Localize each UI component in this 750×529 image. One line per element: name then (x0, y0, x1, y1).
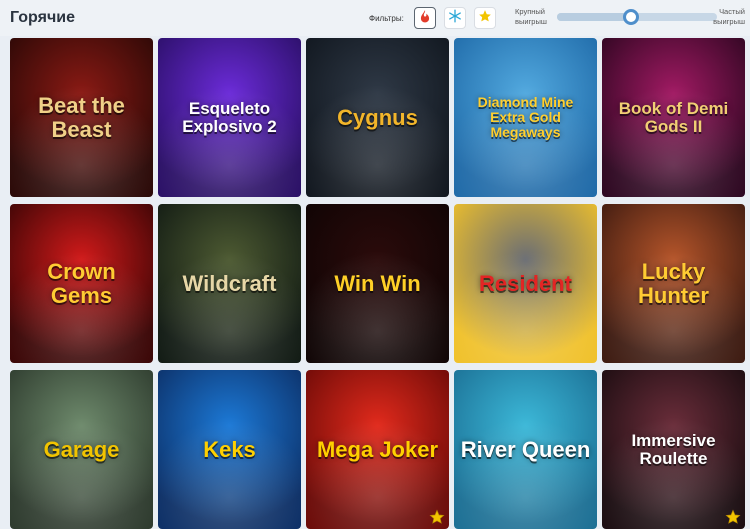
game-title: Garage (43, 436, 120, 462)
page-title: Горячие (10, 9, 75, 26)
game-title: Keks (203, 436, 256, 462)
filter-new-button[interactable] (443, 7, 466, 29)
game-title: Beat the Beast (38, 93, 125, 142)
filter-favorite-button[interactable] (473, 7, 496, 29)
game-tile[interactable]: Cygnus (306, 38, 449, 197)
filters-label: Фильтры: (369, 13, 404, 23)
game-title: Immersive Roulette (631, 430, 716, 468)
game-title: River Queen (460, 436, 591, 462)
star-icon (478, 9, 492, 28)
game-tile[interactable]: Immersive Roulette (602, 370, 745, 529)
filters: Фильтры: (369, 7, 496, 29)
volatility-slider[interactable]: Крупный выигрыш Частый выигрыш (515, 6, 745, 30)
filter-hot-button[interactable] (413, 7, 436, 29)
game-title: Crown Gems (47, 259, 116, 308)
game-title: Wildcraft (182, 270, 277, 296)
fire-icon (418, 9, 432, 28)
game-title: Resident (479, 270, 572, 296)
game-tile[interactable]: Esqueleto Explosivo 2 (158, 38, 301, 197)
favorite-star-icon[interactable] (429, 509, 445, 525)
slider-left-label: Крупный выигрыш (515, 7, 547, 26)
game-title: Lucky Hunter (638, 259, 709, 308)
slider-fill (557, 13, 631, 21)
game-title: Win Win (334, 270, 421, 296)
game-tile[interactable]: Wildcraft (158, 204, 301, 363)
game-tile[interactable]: Keks (158, 370, 301, 529)
game-title: Diamond Mine Extra Gold Megaways (477, 94, 574, 140)
favorite-star-icon[interactable] (725, 509, 741, 525)
snowflake-icon (448, 9, 462, 28)
game-tile[interactable]: Book of Demi Gods II (602, 38, 745, 197)
game-title: Mega Joker (316, 436, 439, 462)
game-tile[interactable]: Lucky Hunter (602, 204, 745, 363)
game-tile[interactable]: Garage (10, 370, 153, 529)
game-title: Cygnus (337, 104, 418, 130)
game-tile[interactable]: Crown Gems (10, 204, 153, 363)
slider-right-label: Частый выигрыш (713, 7, 745, 26)
top-bar: Горячие Фильтры: Крупный выигрыш Частый … (0, 0, 750, 36)
game-tile[interactable]: Resident (454, 204, 597, 363)
game-title: Book of Demi Gods II (618, 98, 729, 136)
game-title: Esqueleto Explosivo 2 (182, 98, 277, 136)
game-tile[interactable]: Win Win (306, 204, 449, 363)
game-tile[interactable]: Mega Joker (306, 370, 449, 529)
slider-track[interactable] (557, 9, 717, 25)
game-tile[interactable]: Diamond Mine Extra Gold Megaways (454, 38, 597, 197)
slider-thumb[interactable] (622, 9, 639, 25)
game-tile[interactable]: Beat the Beast (10, 38, 153, 197)
games-grid: Beat the Beast Esqueleto Explosivo 2 Cygnu… (10, 38, 745, 529)
game-tile[interactable]: River Queen (454, 370, 597, 529)
